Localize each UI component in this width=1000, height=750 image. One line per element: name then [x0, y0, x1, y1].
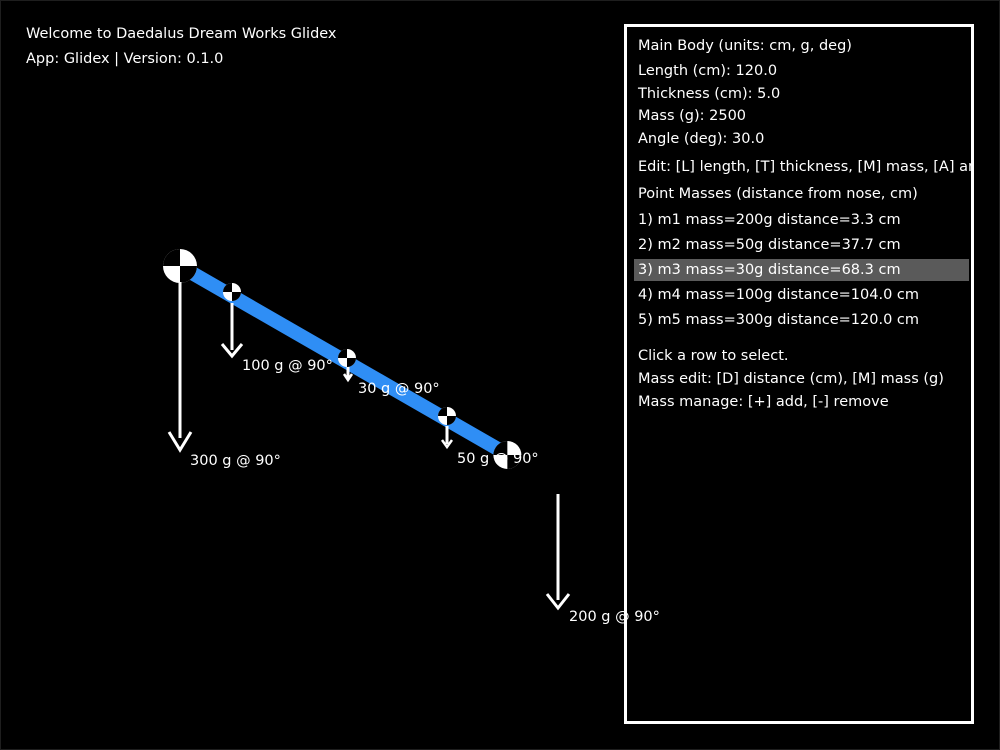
- mass-label-m4: 100 g @ 90°: [242, 358, 333, 374]
- mass-label-m3: 30 g @ 90°: [358, 381, 440, 397]
- mass-label-m5: 300 g @ 90°: [190, 453, 281, 469]
- mass-manage-help: Mass manage: [+] add, [-] remove: [638, 394, 889, 410]
- mass-edit-help: Mass edit: [D] distance (cm), [M] mass (…: [638, 371, 944, 387]
- mass-marker-m2[interactable]: [438, 407, 456, 425]
- nose-marker-icon: [163, 249, 197, 283]
- point-masses-title: Point Masses (distance from nose, cm): [638, 186, 918, 202]
- mass-row-m1[interactable]: 1) m1 mass=200g distance=3.3 cm: [634, 209, 969, 231]
- mass-arrow-m1[interactable]: [545, 494, 571, 611]
- mass-row-m3[interactable]: 3) m3 mass=30g distance=68.3 cm: [634, 259, 969, 281]
- mass-label-m2: 50 g @ 90°: [457, 451, 539, 467]
- mass-row-m5[interactable]: 5) m5 mass=300g distance=120.0 cm: [634, 309, 969, 331]
- click-hint-text: Click a row to select.: [638, 348, 789, 364]
- mass-row-m2[interactable]: 2) m2 mass=50g distance=37.7 cm: [634, 234, 969, 256]
- thickness-value: Thickness (cm): 5.0: [638, 86, 781, 102]
- length-value: Length (cm): 120.0: [638, 63, 778, 79]
- edit-help-text: Edit: [L] length, [T] thickness, [M] mas…: [638, 159, 974, 175]
- com-quadrant: [163, 249, 180, 266]
- panel-title: Main Body (units: cm, g, deg): [638, 38, 852, 54]
- mass-row-m4[interactable]: 4) m4 mass=100g distance=104.0 cm: [634, 284, 969, 306]
- properties-panel: Main Body (units: cm, g, deg) Length (cm…: [624, 24, 974, 724]
- mass-value: Mass (g): 2500: [638, 108, 747, 124]
- mass-arrow-m4[interactable]: [220, 303, 244, 359]
- mass-marker-m3[interactable]: [338, 349, 356, 367]
- mass-arrow-m5[interactable]: [167, 282, 193, 453]
- angle-value: Angle (deg): 30.0: [638, 131, 765, 147]
- mass-marker-m4[interactable]: [223, 283, 241, 301]
